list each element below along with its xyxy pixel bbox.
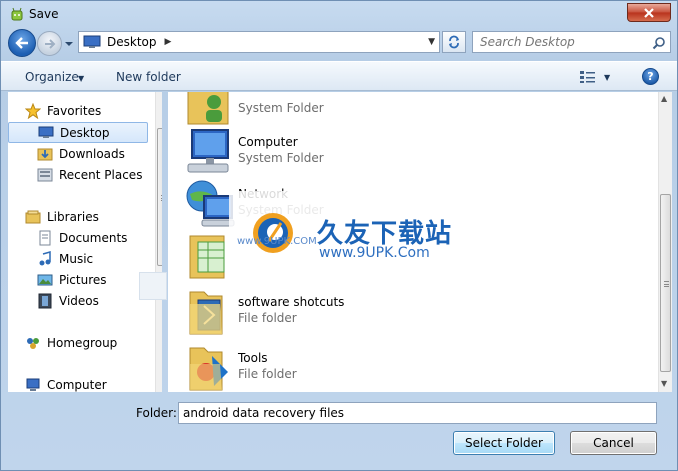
content-scrollbar[interactable]: ▲ ▼ xyxy=(658,92,672,392)
watermark-url-small: www.9UPK.COM xyxy=(237,236,317,247)
sidebar-scroll-thumb[interactable] xyxy=(157,128,162,266)
sidebar-item-label: Desktop xyxy=(60,125,110,140)
sidebar-group-homegroup[interactable]: Homegroup xyxy=(8,332,148,353)
list-item-software-shotcuts[interactable]: software shotcuts File folder xyxy=(184,286,624,342)
navigation-pane: Favorites Desktop Downloads Recent Place… xyxy=(8,92,162,392)
sidebar-group-label: Computer xyxy=(47,377,107,392)
sidebar-item-documents[interactable]: Documents xyxy=(8,227,148,248)
watermark-logo-icon xyxy=(253,213,293,253)
search-input[interactable] xyxy=(480,35,652,49)
item-type: System Folder xyxy=(238,151,324,165)
sidebar-group-label: Libraries xyxy=(47,209,99,224)
search-box[interactable] xyxy=(472,31,671,53)
sidebar-scrollbar[interactable] xyxy=(155,92,162,392)
recent-pages-dropdown-icon[interactable] xyxy=(64,39,74,49)
organize-menu[interactable]: Organize xyxy=(25,70,79,84)
videos-icon xyxy=(38,293,52,308)
address-bar[interactable]: Desktop ▶ ▼ xyxy=(78,31,440,53)
scroll-down-arrow-icon[interactable]: ▼ xyxy=(661,379,667,388)
sidebar-item-videos[interactable]: Videos xyxy=(8,290,148,311)
pictures-icon xyxy=(37,274,53,285)
desktop-icon xyxy=(83,35,101,48)
watermark-url: www.9UPK.Com xyxy=(319,245,430,261)
view-options-icon[interactable] xyxy=(579,70,597,84)
user-folder-icon xyxy=(187,92,229,125)
content-scroll-thumb[interactable] xyxy=(660,194,671,372)
star-icon xyxy=(25,102,41,119)
close-icon xyxy=(644,7,654,18)
sidebar-group-libraries[interactable]: Libraries xyxy=(8,206,148,227)
music-note-icon xyxy=(39,250,51,265)
item-name: Tools xyxy=(238,351,268,365)
sidebar-group-computer[interactable]: Computer xyxy=(8,374,148,392)
sidebar-item-music[interactable]: Music xyxy=(8,248,148,269)
computer-icon xyxy=(26,378,40,391)
sidebar-item-pictures[interactable]: Pictures xyxy=(8,269,148,290)
sidebar-item-label: Music xyxy=(59,251,94,266)
desktop-icon xyxy=(38,126,54,138)
item-type: System Folder xyxy=(238,101,324,115)
sidebar-item-recent-places[interactable]: Recent Places xyxy=(8,164,148,185)
organize-dropdown-icon[interactable]: ▼ xyxy=(78,74,84,83)
libraries-icon xyxy=(25,210,41,223)
downloads-folder-icon xyxy=(37,148,53,160)
arrow-left-icon xyxy=(15,37,28,49)
sidebar-item-label: Downloads xyxy=(59,146,125,161)
close-button[interactable] xyxy=(627,3,671,22)
android-app-icon xyxy=(11,7,23,21)
address-location[interactable]: Desktop xyxy=(107,35,157,49)
sidebar-group-label: Favorites xyxy=(47,103,102,118)
address-dropdown-icon[interactable]: ▼ xyxy=(428,37,435,47)
sidebar-item-desktop[interactable]: Desktop xyxy=(8,122,148,143)
refresh-icon xyxy=(449,35,459,49)
select-folder-button[interactable]: Select Folder xyxy=(453,431,555,455)
list-item-tools[interactable]: Tools File folder xyxy=(184,342,624,392)
view-dropdown-icon[interactable]: ▼ xyxy=(604,73,610,82)
forward-button[interactable] xyxy=(37,31,62,56)
drag-ghost xyxy=(139,272,167,300)
search-icon[interactable] xyxy=(652,36,666,50)
item-type: File folder xyxy=(238,311,297,325)
new-folder-button[interactable]: New folder xyxy=(116,70,181,84)
scroll-up-arrow-icon[interactable]: ▲ xyxy=(661,94,667,103)
sidebar-item-label: Recent Places xyxy=(59,167,143,182)
back-button[interactable] xyxy=(8,29,36,57)
sidebar-group-favorites[interactable]: Favorites xyxy=(8,100,148,121)
folder-name-input[interactable] xyxy=(178,402,657,424)
computer-icon xyxy=(187,129,229,173)
help-icon[interactable]: ? xyxy=(642,68,659,85)
command-bar: Organize ▼ New folder ▼ ? xyxy=(1,61,677,91)
sidebar-item-label: Pictures xyxy=(59,272,107,287)
folder-label: Folder: xyxy=(136,406,177,420)
sidebar-item-label: Documents xyxy=(59,230,128,245)
documents-icon xyxy=(39,230,51,245)
breadcrumb-chevron-icon[interactable]: ▶ xyxy=(165,37,172,47)
homegroup-icon xyxy=(27,337,39,349)
sidebar-group-label: Homegroup xyxy=(47,335,118,350)
title-bar: Save xyxy=(1,1,677,27)
window-title: Save xyxy=(29,7,59,21)
sidebar-item-downloads[interactable]: Downloads xyxy=(8,143,148,164)
sidebar-item-label: Videos xyxy=(59,293,99,308)
folder-icon xyxy=(189,291,223,335)
watermark: www.9UPK.COM 久友下载站 www.9UPK.Com xyxy=(229,191,455,277)
arrow-right-icon xyxy=(44,38,55,49)
list-item-computer[interactable]: Computer System Folder xyxy=(184,126,624,182)
recent-places-icon xyxy=(37,168,53,181)
cancel-button[interactable]: Cancel xyxy=(570,431,657,455)
item-name: Computer xyxy=(238,135,298,149)
item-name: software shotcuts xyxy=(238,295,345,309)
folder-icon xyxy=(189,347,228,391)
save-dialog: Save Desktop ▶ ▼ Search Desktop Organize… xyxy=(0,0,678,471)
item-type: File folder xyxy=(238,367,297,381)
refresh-button[interactable] xyxy=(442,31,466,53)
